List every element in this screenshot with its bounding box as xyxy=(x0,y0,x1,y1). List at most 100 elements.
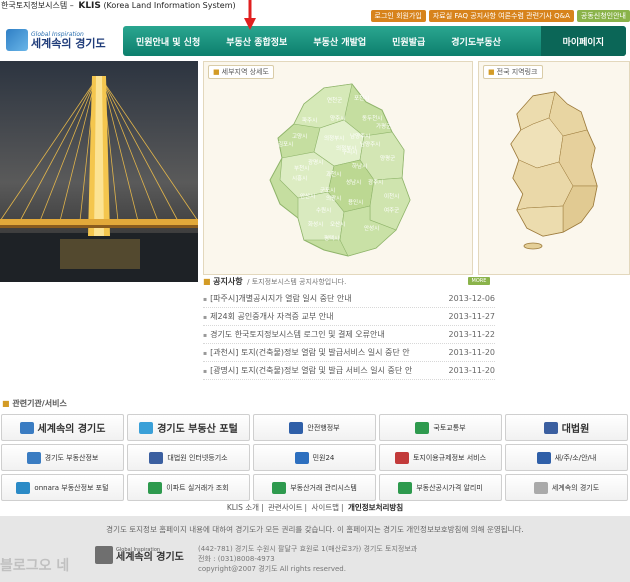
map-region-label[interactable]: 남양주시 xyxy=(350,132,370,140)
map-region-label[interactable]: 가평군 xyxy=(376,122,391,130)
related-service-label: 안전행정부 xyxy=(307,423,340,432)
related-service-button[interactable]: 부동산거래 관리시스템 xyxy=(253,474,376,501)
map-region-label[interactable]: 안산시 xyxy=(300,192,315,200)
map-region-label[interactable]: 과천시 xyxy=(326,170,341,178)
gyeonggi-province-map[interactable]: 연천군 포천시파주시 양주시 동두천시가평군고양시 의정부시남양주시김포시구리시양평군부… xyxy=(264,80,414,260)
related-service-button[interactable]: 토지이용규제정보 서비스 xyxy=(379,444,502,471)
related-service-button[interactable]: 세계속의 경기도 xyxy=(1,414,124,441)
map-region-label[interactable]: 이천시 xyxy=(384,192,399,200)
related-service-label: 부동산공시가격 알리미 xyxy=(416,483,483,492)
nav-civil-service[interactable]: 민원안내 및 신청 xyxy=(123,35,213,48)
national-map-tab: ■ 전국 지역링크 xyxy=(483,65,543,79)
map-region-label[interactable]: 광명시 xyxy=(308,159,323,166)
nav-gyeonggi-real-estate[interactable]: 경기도부동산 xyxy=(438,35,514,48)
map-region-label[interactable]: 의정부시 xyxy=(324,135,344,142)
related-service-logo-icon xyxy=(16,481,31,494)
related-service-logo-icon xyxy=(398,481,413,494)
related-icon: ■ xyxy=(2,399,10,408)
map-region-label[interactable]: 포천시 xyxy=(354,94,369,102)
map-region-label[interactable]: 수원시 xyxy=(316,206,331,214)
related-service-button[interactable]: 대법원 인터넷등기소 xyxy=(127,444,250,471)
notice-item-title[interactable]: [광명시] 토지(건축물)정보 열람 및 발급 서비스 일시 중단 안 xyxy=(203,365,435,376)
utility-links: 로그인 회원가입 자료실 FAQ 공지사항 여론수렴 관련기사 Q&A 공동신청… xyxy=(370,9,630,22)
related-service-button[interactable]: 경기도 부동산 포털 xyxy=(127,414,250,441)
map-region-label[interactable]: 용인시 xyxy=(348,199,363,206)
site-abbr: KLIS xyxy=(78,1,101,11)
map-region-label[interactable]: 부천시 xyxy=(294,164,309,172)
map-region-label[interactable]: 동두천시 xyxy=(362,114,382,122)
map-region-label[interactable]: 안성시 xyxy=(364,224,379,232)
map-region-label[interactable]: 화성시 xyxy=(308,220,323,228)
map-region-label[interactable]: 군포시 xyxy=(320,187,335,194)
map-region-label[interactable]: 파주시 xyxy=(302,116,317,124)
map-region-label[interactable]: 여주군 xyxy=(384,206,399,214)
utility-menu-links[interactable]: 자료실 FAQ 공지사항 여론수렴 관련기사 Q&A xyxy=(428,9,574,22)
footer-link-sitemap[interactable]: 사이트맵 xyxy=(311,503,339,512)
notice-item-title[interactable]: [과천시] 토지(건축물)정보 열람 및 발급서비스 일시 중단 안 xyxy=(203,347,435,358)
notice-item-date: 2013-11-20 xyxy=(448,366,496,375)
related-service-button[interactable]: 경기도 부동산정보 xyxy=(1,444,124,471)
map-region-label[interactable]: 시흥시 xyxy=(292,174,307,182)
notice-item-date: 2013-12-06 xyxy=(448,294,496,303)
related-service-label: 토지이용규제정보 서비스 xyxy=(412,453,487,462)
footer-link-klis-intro[interactable]: KLIS 소개 xyxy=(227,503,259,512)
map-region-label[interactable]: 오산시 xyxy=(330,220,345,228)
related-service-logo-icon xyxy=(533,481,548,494)
map-region-label[interactable]: 김포시 xyxy=(278,141,293,148)
map-region-label[interactable]: 고양시 xyxy=(292,132,307,140)
related-service-button[interactable]: 부동산공시가격 알리미 xyxy=(379,474,502,501)
map-region-label[interactable]: 의정부시 xyxy=(336,145,356,152)
related-service-logo-icon xyxy=(19,421,34,434)
related-service-button[interactable]: 대법원 xyxy=(505,414,628,441)
related-service-label: 세계속의 경기도 xyxy=(37,424,106,435)
related-service-logo-icon xyxy=(543,421,558,434)
related-service-label: 부동산거래 관리시스템 xyxy=(290,483,357,492)
footer-logo-title: 세계속의 경기도 xyxy=(116,551,184,563)
notice-item-title[interactable]: 경기도 한국토지정보시스템 로그인 및 결제 오류안내 xyxy=(203,329,435,340)
notice-more-button[interactable]: MORE xyxy=(468,277,490,285)
related-service-label: 민원24 xyxy=(312,453,335,462)
notice-item-title[interactable]: 제24회 공인중개사 자격증 교부 안내 xyxy=(203,311,435,322)
map-region-label[interactable]: 평택시 xyxy=(324,235,339,242)
related-service-button[interactable]: 국토교통부 xyxy=(379,414,502,441)
map-region-label[interactable]: 성남시 xyxy=(346,178,361,186)
list-item[interactable]: [파주시]개별공시지가 열람 일시 중단 안내 2013-12-06 xyxy=(203,290,495,308)
related-service-button[interactable]: 안전행정부 xyxy=(253,414,376,441)
nav-civil-issuance[interactable]: 민원발급 xyxy=(379,35,438,48)
related-service-button[interactable]: 새/주/소/안/내 xyxy=(505,444,628,471)
footer-link-related-sites[interactable]: 관련사이트 xyxy=(268,503,303,512)
related-service-button[interactable]: 민원24 xyxy=(253,444,376,471)
map-region-label[interactable]: 연천군 xyxy=(327,96,342,104)
regional-map-title: 세부지역 상세도 xyxy=(221,68,269,76)
korea-map[interactable] xyxy=(503,90,603,250)
gyeonggi-logo[interactable]: Global Inspiration 세계속의 경기도 xyxy=(6,24,116,56)
list-item[interactable]: 경기도 한국토지정보시스템 로그인 및 결제 오류안내 2013-11-22 xyxy=(203,326,495,344)
related-service-button[interactable]: 세계속의 경기도 xyxy=(505,474,628,501)
footer: 경기도 토지정보 홈페이지 내용에 대하여 경기도가 모든 권리를 갖습니다. … xyxy=(0,516,630,582)
list-item[interactable]: [과천시] 토지(건축물)정보 열람 및 발급서비스 일시 중단 안 2013-… xyxy=(203,344,495,362)
gyeonggi-emblem-icon xyxy=(6,29,28,51)
footer-link-privacy-policy[interactable]: 개인정보처리방침 xyxy=(348,503,403,512)
notice-item-title[interactable]: [파주시]개별공시지가 열람 일시 중단 안내 xyxy=(203,293,435,304)
map-region-label[interactable]: 의왕시 xyxy=(326,194,341,202)
map-region-label[interactable]: 양평군 xyxy=(380,154,395,162)
map-region-label[interactable]: 남양주시 xyxy=(360,140,380,148)
nav-mypage[interactable]: 마이페이지 xyxy=(540,26,626,56)
map-region-label[interactable]: 하남시 xyxy=(352,162,367,170)
login-link[interactable]: 로그인 회원가입 xyxy=(370,9,426,22)
related-service-logo-icon xyxy=(149,451,164,464)
related-service-logo-icon xyxy=(294,451,309,464)
joint-applicant-guide-link[interactable]: 공동신청인안내 xyxy=(576,9,630,22)
list-item[interactable]: [광명시] 토지(건축물)정보 열람 및 발급 서비스 일시 중단 안 2013… xyxy=(203,362,495,380)
pin-icon: ■ xyxy=(488,68,495,76)
national-map-title: 전국 지역링크 xyxy=(496,68,538,76)
map-region-label[interactable]: 광주시 xyxy=(368,179,383,186)
list-item[interactable]: 제24회 공인중개사 자격증 교부 안내 2013-11-27 xyxy=(203,308,495,326)
related-service-button[interactable]: 이파트 실거래가 조회 xyxy=(127,474,250,501)
nav-real-estate-development[interactable]: 부동산 개발업 xyxy=(300,35,379,48)
nav-real-estate-info[interactable]: 부동산 종합정보 xyxy=(213,35,300,48)
related-service-button[interactable]: onnara 부동산정보 포털 xyxy=(1,474,124,501)
map-region-label[interactable]: 양주시 xyxy=(330,114,345,122)
related-service-label: 대법원 인터넷등기소 xyxy=(167,453,228,462)
related-service-label: 경기도 부동산 포털 xyxy=(157,424,238,435)
